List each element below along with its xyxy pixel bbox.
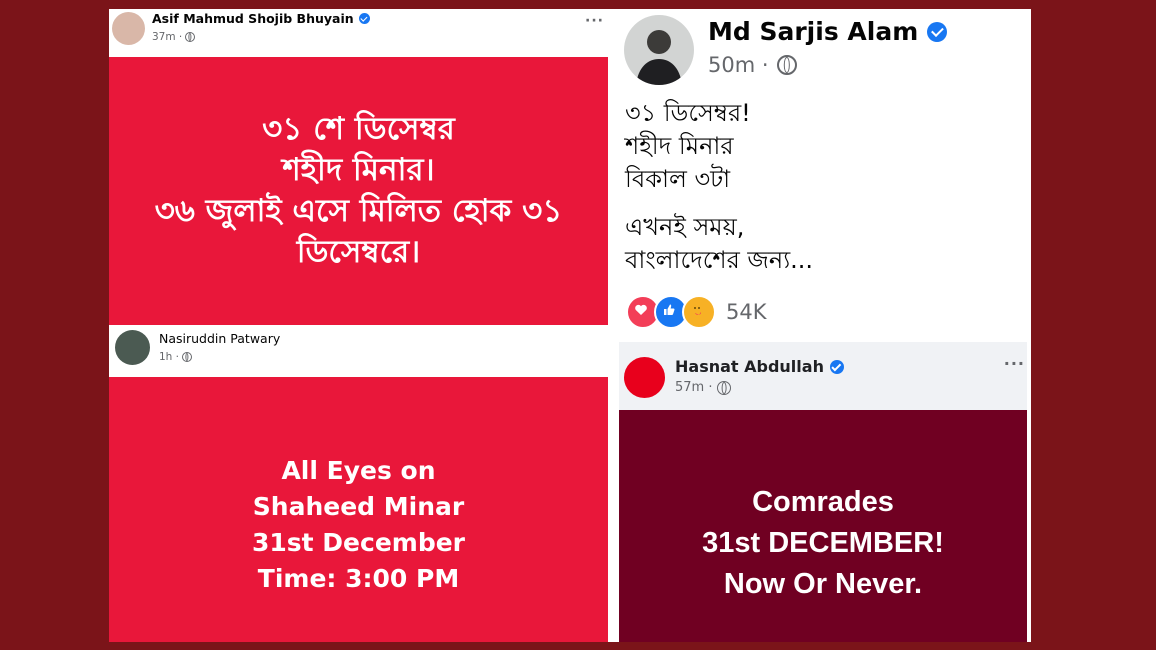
globe-icon — [185, 32, 196, 42]
globe-icon — [182, 352, 193, 362]
post-meta: 1h · — [159, 351, 193, 363]
globe-icon — [776, 55, 797, 75]
reaction-count[interactable]: 54K — [726, 300, 767, 324]
post-asif-mahmud: Asif Mahmud Shojib Bhuyain 37m · ··· ৩১ … — [109, 9, 608, 325]
person-silhouette-icon — [636, 30, 682, 85]
panel-line: Shaheed Minar — [252, 491, 465, 521]
panel-line: ডিসেম্বরে। — [296, 234, 421, 270]
avatar[interactable] — [115, 330, 150, 365]
post-text-panel: All Eyes on Shaheed Minar 31st December … — [109, 377, 608, 642]
panel-text: All Eyes on Shaheed Minar 31st December … — [252, 423, 465, 597]
post-sarjis-alam: Md Sarjis Alam 50m · ৩১ ডিসেম্বর! শহীদ ম… — [619, 9, 1027, 342]
post-collage: Asif Mahmud Shojib Bhuyain 37m · ··· ৩১ … — [109, 9, 1031, 642]
verified-badge-icon — [829, 359, 844, 374]
post-meta: 57m · — [675, 380, 732, 395]
post-time[interactable]: 37m · — [152, 31, 182, 43]
body-line: শহীদ মিনার — [625, 132, 734, 160]
panel-line: ৩৬ জুলাই এসে মিলিত হোক ৩১ — [154, 193, 563, 229]
body-line: বিকাল ৩টা — [625, 165, 731, 193]
panel-line: 31st December — [251, 527, 466, 557]
avatar[interactable] — [624, 15, 694, 85]
post-body-text: এখনই সময়, বাংলাদেশের জন্য... — [625, 211, 813, 277]
body-line: ৩১ ডিসেম্বর! — [625, 99, 751, 127]
avatar[interactable] — [624, 357, 665, 398]
author-name-text[interactable]: Md Sarjis Alam — [708, 17, 918, 46]
panel-line: Comrades — [752, 485, 894, 518]
author-name[interactable]: Asif Mahmud Shojib Bhuyain — [152, 11, 370, 26]
verified-badge-icon — [358, 13, 370, 24]
panel-line: All Eyes on — [281, 455, 436, 485]
panel-line: Now Or Never. — [723, 567, 923, 600]
author-name[interactable]: Md Sarjis Alam — [708, 17, 948, 46]
author-name[interactable]: Nasiruddin Patwary — [159, 331, 280, 346]
body-line: এখনই সময়, — [625, 213, 745, 241]
panel-line: ৩১ শে ডিসেম্বর — [262, 111, 455, 147]
author-name-text[interactable]: Hasnat Abdullah — [675, 357, 824, 376]
avatar[interactable] — [112, 12, 145, 45]
globe-icon — [717, 380, 732, 395]
post-meta: 50m · — [708, 53, 797, 77]
verified-badge-icon — [927, 21, 948, 42]
panel-line: শহীদ মিনার। — [282, 152, 435, 188]
more-options-icon[interactable]: ··· — [1004, 354, 1025, 373]
body-line: বাংলাদেশের জন্য... — [625, 246, 814, 274]
post-text-panel: Comrades 31st DECEMBER! Now Or Never. — [619, 410, 1027, 642]
care-reaction-icon — [682, 295, 716, 329]
post-nasiruddin-patwary: Nasiruddin Patwary 1h · All Eyes on Shah… — [109, 325, 608, 642]
post-body-text: ৩১ ডিসেম্বর! শহীদ মিনার বিকাল ৩টা — [625, 97, 751, 196]
more-options-icon[interactable]: ··· — [585, 13, 604, 29]
author-name[interactable]: Hasnat Abdullah — [675, 357, 844, 376]
post-meta: 37m · — [152, 31, 196, 43]
post-hasnat-abdullah: Hasnat Abdullah 57m · ··· Comrades 31st … — [619, 342, 1027, 642]
post-time[interactable]: 57m · — [675, 380, 712, 395]
post-time[interactable]: 50m · — [708, 53, 769, 77]
post-text-panel: ৩১ শে ডিসেম্বর শহীদ মিনার। ৩৬ জুলাই এসে … — [109, 57, 608, 325]
post-time[interactable]: 1h · — [159, 351, 179, 363]
author-name-text[interactable]: Asif Mahmud Shojib Bhuyain — [152, 11, 354, 26]
panel-line: 31st DECEMBER! — [702, 526, 944, 559]
panel-line: Time: 3:00 PM — [257, 563, 460, 593]
reactions-summary[interactable]: 54K — [626, 295, 767, 329]
